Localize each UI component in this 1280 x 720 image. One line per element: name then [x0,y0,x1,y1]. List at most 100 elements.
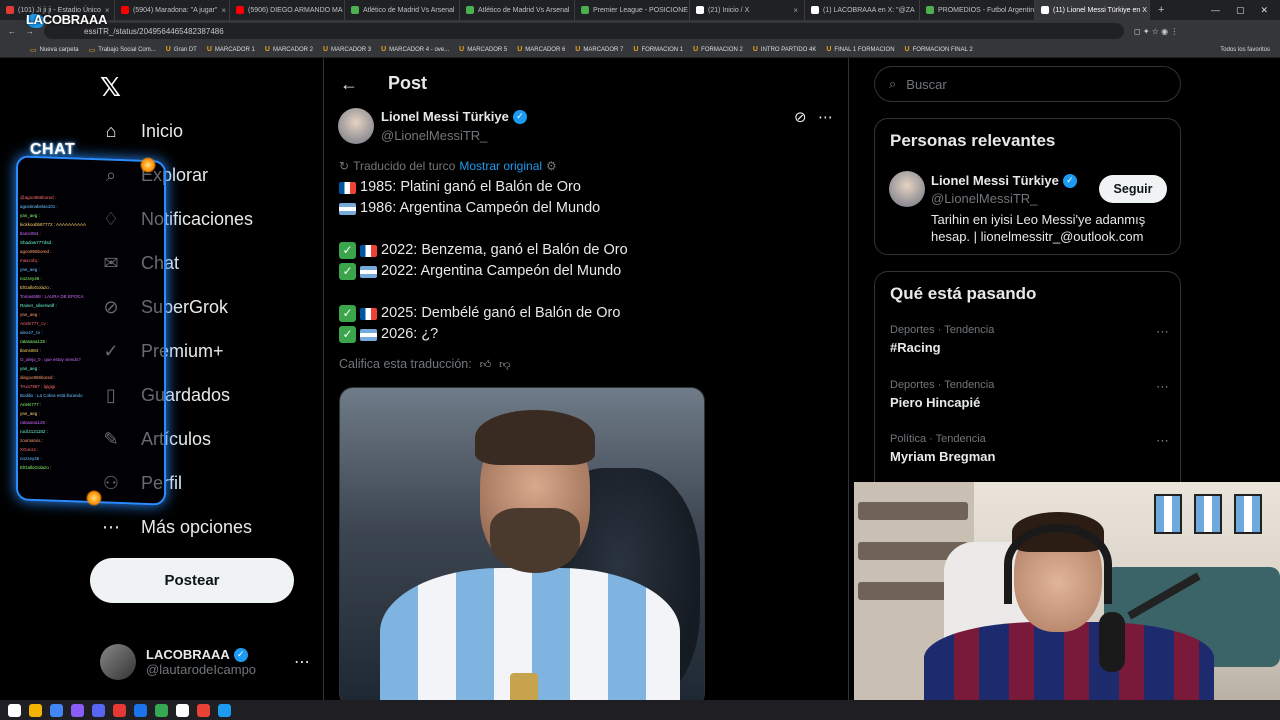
bookmark-item[interactable]: U MARCADOR 6 [517,46,565,53]
more-icon[interactable]: ⋯ [1156,324,1170,340]
thumbs-down-icon[interactable]: 👎︎ [499,358,510,371]
browser-tab[interactable]: (5906) DIEGO ARMANDO MA× [230,0,345,20]
trend-item[interactable]: Política · Tendencia Myriam Bregman ⋯ [890,433,1170,464]
browser-tab[interactable]: (11) Lionel Messi Türkiye en X× [1035,0,1150,20]
account-switcher[interactable]: LACOBRAAA ✓ @lautarodeIcampo ⋯ [100,642,310,682]
maximize-icon[interactable]: ▢ [1236,5,1245,16]
close-icon[interactable]: × [793,6,798,15]
author-handle[interactable]: @LionelMessiTR_ [381,128,487,143]
taskbar-app-icon[interactable] [8,703,21,717]
minimize-icon[interactable]: — [1211,5,1220,16]
bookmark-label: MARCADOR 7 [583,46,624,53]
bookmark-item[interactable]: U INTRO PARTIDO 4K [753,46,817,53]
more-icon[interactable]: ⋯ [1156,433,1170,449]
bookmark-label: Trabajo Social Com... [98,46,156,53]
back-nav-icon[interactable]: ← [8,27,16,36]
browser-tab[interactable]: (1) LACOBRAAA en X: "@ZA× [805,0,920,20]
extension-icons[interactable]: ◻ ✦ ☆ ◉ ⋮ [1134,27,1178,36]
nav-item-inicio[interactable]: ⌂ Inicio [100,120,183,142]
bookmark-label: MARCADOR 2 [272,46,313,53]
search-input[interactable]: ⌕ Buscar [874,66,1181,102]
address-bar[interactable]: essiTR_/status/2049564465482387486 [44,23,1124,39]
chat-message: @agoo956bored : [20,195,57,200]
x-logo-icon[interactable]: 𝕏 [100,72,121,103]
more-icon[interactable]: ⋯ [818,108,833,126]
back-arrow-icon[interactable]: ← [340,74,358,95]
taskbar-app-icon[interactable] [71,703,84,717]
translate-icon: ↻ [339,159,350,173]
follow-button[interactable]: Seguir [1099,175,1167,203]
bookmark-item[interactable]: ▭ Trabajo Social Com... [89,46,156,54]
forward-nav-icon[interactable]: → [26,27,34,36]
browser-tab[interactable]: Atlético de Madrid Vs Arsenal× [460,0,575,20]
streamer-body [924,622,1214,700]
bookmark-label: FORMACION FINAL 2 [912,46,973,53]
new-tab-icon[interactable]: + [1150,4,1172,16]
bookmark-item[interactable]: U MARCADOR 7 [575,46,623,53]
relevant-handle[interactable]: @LionelMessiTR_ [931,191,1037,206]
thumbs-up-icon[interactable]: 👍︎ [480,358,492,371]
browser-tab[interactable]: (21) Inicio / X × [690,0,805,20]
translated-label: Traducido del turco [353,159,456,173]
relevant-avatar[interactable] [889,171,925,207]
bookmark-item[interactable]: U MARCADOR 3 [323,46,371,53]
browser-tab[interactable]: (5904) Maradona: "A jugar" × [115,0,230,20]
relevant-name[interactable]: Lionel Messi Türkiye [931,173,1059,188]
post-button[interactable]: Postear [90,558,294,603]
settings-gear-icon[interactable]: ⚙ [546,159,557,173]
bookmark-item[interactable]: U MARCADOR 2 [265,46,313,53]
bookmark-label: MARCADOR 6 [525,46,566,53]
trend-item[interactable]: Deportes · Tendencia #Racing ⋯ [890,324,1170,355]
bookmark-item[interactable]: U FINAL 1 FORMACION [826,46,894,53]
browser-tab[interactable]: Premier League - POSICIONE× [575,0,690,20]
trend-item[interactable]: Deportes · Tendencia Piero Hincapié ⋯ [890,379,1170,410]
address-text: essiTR_/status/2049564465482387486 [84,26,224,36]
taskbar-app-icon[interactable] [176,703,189,717]
bookmark-icon: U [633,46,639,53]
browser-tab[interactable]: Atlético de Madrid Vs Arsenal× [345,0,460,20]
taskbar-app-icon[interactable] [197,703,210,717]
taskbar-app-icon[interactable] [155,703,168,717]
close-icon[interactable]: × [221,6,226,15]
bookmark-item[interactable]: ▭ Nueva carpeta [30,46,79,54]
tweet-line-text: 2026: ¿? [381,326,439,342]
trend-name: Piero Hincapié [890,395,981,410]
chat-message: ElGalloGolazo : [20,285,52,290]
more-icon[interactable]: ⋯ [1156,379,1170,395]
chat-message: agustinabelas101 : [20,204,58,209]
nav-icon: ⌂ [105,120,117,141]
all-bookmarks[interactable]: Todos los favoritos [1220,47,1280,53]
taskbar-app-icon[interactable] [134,703,147,717]
browser-tab[interactable]: PROMEDIOS - Futbol Argentin× [920,0,1035,20]
more-icon[interactable]: ⋯ [294,652,310,672]
bookmark-item[interactable]: U FORMACION 2 [693,46,743,53]
taskbar-app-icon[interactable] [50,703,63,717]
check-mark-icon: ✓ [339,263,356,280]
bookmark-item[interactable]: U MARCADOR 1 [207,46,255,53]
close-window-icon[interactable]: ✕ [1260,5,1268,16]
tweet-image[interactable] [339,387,705,707]
bookmark-item[interactable]: U FORMACION 1 [633,46,683,53]
bookmark-item[interactable]: U Gran DT [166,46,197,53]
bookmark-item[interactable]: U MARCADOR 4 - ove... [381,46,449,53]
author-name[interactable]: Lionel Messi Türkiye [381,109,509,124]
show-original-link[interactable]: Mostrar original [459,159,542,173]
chat-message: maxcobj : [20,258,40,263]
bookmark-item[interactable]: U MARCADOR 5 [459,46,507,53]
taskbar-app-icon[interactable] [92,703,105,717]
bookmark-item[interactable]: U FORMACION FINAL 2 [905,46,973,53]
tweet-line: ✓ 2026: ¿? [339,324,819,345]
taskbar-app-icon[interactable] [113,703,126,717]
author-avatar[interactable] [338,108,374,144]
taskbar-app-icon[interactable] [218,703,231,717]
tweet-line-text: 2025: Dembélé ganó el Balón de Oro [381,305,621,321]
taskbar-app-icon[interactable] [29,703,42,717]
grok-icon[interactable]: ⊘ [794,108,807,126]
chat-message: ratasana125 : [20,339,48,344]
bookmark-label: INTRO PARTIDO 4K [760,46,817,53]
chat-message: ElGalloGolazo : [20,465,52,470]
nav-item-m-s-opciones[interactable]: ⋯ Más opciones [100,516,252,538]
browser-urlbar: ← → essiTR_/status/2049564465482387486 ◻… [0,20,1280,42]
bookmark-icon: U [752,46,758,53]
relevant-people-panel: Personas relevantes Lionel Messi Türkiye… [874,118,1181,255]
